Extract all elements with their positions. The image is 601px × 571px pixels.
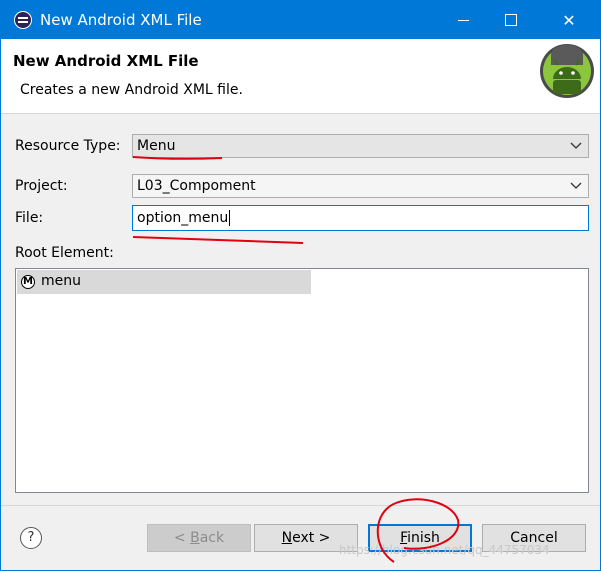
watermark: https://blog.csdn.net/qq_44757034 (339, 543, 550, 557)
maximize-icon (505, 14, 517, 26)
chevron-down-icon (570, 182, 582, 189)
back-mnemonic: B (190, 530, 200, 546)
next-mnemonic: N (281, 530, 293, 546)
footer-divider (1, 505, 600, 506)
project-label: Project: (15, 178, 68, 194)
project-select[interactable]: L03_Compoment (132, 174, 589, 198)
next-label-rest: ext > (292, 530, 331, 546)
file-name-input[interactable]: option_menu (132, 205, 589, 231)
page-title: New Android XML File (13, 52, 199, 70)
close-icon: ✕ (562, 10, 576, 30)
list-item-label: menu (41, 273, 81, 289)
file-label: File: (15, 210, 44, 226)
close-button[interactable]: ✕ (546, 1, 592, 39)
back-button[interactable]: < Back (147, 524, 251, 552)
menu-element-icon: M (21, 275, 35, 289)
window-title: New Android XML File (40, 11, 202, 29)
back-label-rest: ack (199, 530, 225, 546)
maximize-button[interactable] (488, 1, 534, 39)
android-logo-icon (540, 44, 594, 98)
chevron-down-icon (570, 142, 582, 149)
project-value: L03_Compoment (137, 178, 256, 194)
dialog-window: New Android XML File ✕ New Android XML F… (0, 0, 601, 571)
root-element-list[interactable]: M menu (15, 268, 589, 493)
file-name-value: option_menu (137, 210, 229, 226)
wizard-header: New Android XML File Creates a new Andro… (1, 39, 600, 114)
list-item[interactable]: M menu (17, 270, 311, 294)
back-arrow: < (173, 530, 191, 546)
page-description: Creates a new Android XML file. (20, 82, 243, 98)
resource-type-label: Resource Type: (15, 138, 121, 154)
title-bar[interactable]: New Android XML File ✕ (1, 1, 600, 39)
minimize-icon (457, 19, 469, 21)
help-icon[interactable]: ? (20, 527, 42, 549)
root-element-label: Root Element: (15, 245, 114, 261)
resource-type-select[interactable]: Menu (132, 134, 589, 158)
text-caret (229, 210, 231, 226)
eclipse-app-icon (14, 11, 32, 29)
resource-type-value: Menu (137, 138, 176, 154)
minimize-button[interactable] (440, 1, 486, 39)
